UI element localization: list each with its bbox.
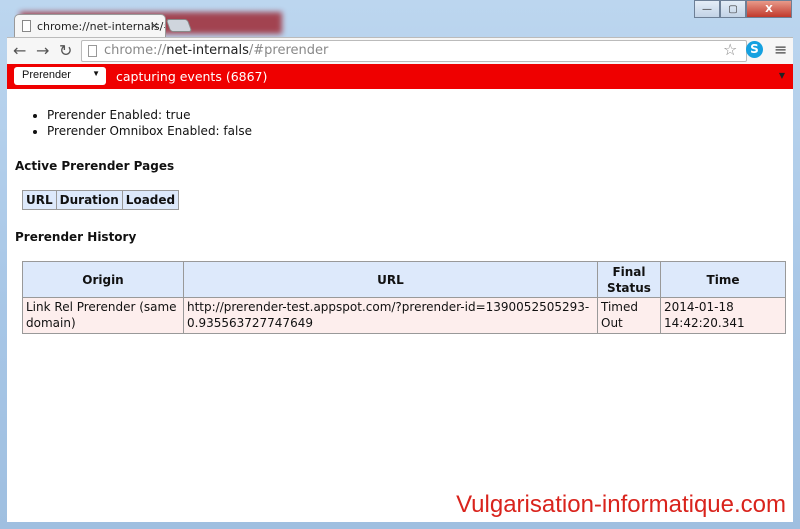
prerender-history-table: Origin URL Final Status Time Link Rel Pr… bbox=[22, 261, 786, 334]
active-heading: Active Prerender Pages bbox=[15, 159, 175, 173]
time-cell: 2014-01-18 14:42:20.341 bbox=[660, 297, 786, 334]
status-cell: Timed Out bbox=[597, 297, 661, 334]
url-host: net-internals bbox=[166, 43, 249, 58]
url-cell: http://prerender-test.appspot.com/?prere… bbox=[183, 297, 598, 334]
column-header: Loaded bbox=[121, 190, 180, 210]
reload-icon[interactable]: ↻ bbox=[59, 41, 72, 60]
forward-icon[interactable]: → bbox=[36, 41, 49, 60]
chevron-down-icon: ▼ bbox=[92, 69, 100, 78]
toolbar: ← → ↻ chrome://net-internals/#prerender … bbox=[7, 37, 793, 64]
view-select-value: Prerender bbox=[22, 69, 71, 81]
list-item: Prerender Omnibox Enabled: false bbox=[47, 124, 252, 138]
url-path: /#prerender bbox=[248, 43, 329, 58]
column-header: URL bbox=[22, 190, 57, 210]
url-scheme: chrome:// bbox=[104, 43, 167, 58]
page-icon bbox=[22, 20, 31, 32]
page-icon bbox=[88, 45, 97, 57]
new-tab-button[interactable] bbox=[165, 19, 193, 32]
watermark: Vulgarisation-informatique.com bbox=[456, 491, 786, 518]
minimize-button[interactable]: — bbox=[694, 0, 720, 18]
close-button[interactable]: X bbox=[746, 0, 792, 18]
tab-close-icon[interactable]: × bbox=[150, 19, 159, 32]
address-bar[interactable]: chrome://net-internals/#prerender bbox=[81, 40, 747, 62]
table-row: Link Rel Prerender (same domain) http://… bbox=[22, 297, 786, 334]
origin-cell: Link Rel Prerender (same domain) bbox=[22, 297, 184, 334]
history-heading: Prerender History bbox=[15, 230, 137, 244]
column-header: Origin bbox=[22, 261, 184, 298]
status-bar: Prerender ▼ capturing events (6867) ▼ bbox=[7, 64, 793, 89]
column-header: Duration bbox=[55, 190, 123, 210]
tab-net-internals[interactable]: chrome://net-internals/#p × bbox=[14, 14, 166, 38]
active-prerender-table: URL Duration Loaded bbox=[22, 190, 180, 210]
column-header: Final Status bbox=[597, 261, 661, 298]
column-header: Time bbox=[660, 261, 786, 298]
view-select[interactable]: Prerender ▼ bbox=[14, 67, 106, 85]
capture-status: capturing events (6867) bbox=[116, 69, 268, 84]
maximize-button[interactable]: ▢ bbox=[720, 0, 746, 18]
menu-icon[interactable]: ≡ bbox=[774, 40, 787, 59]
tab-title: chrome://net-internals/#p bbox=[37, 20, 166, 33]
list-item: Prerender Enabled: true bbox=[47, 108, 252, 122]
status-dropdown-icon[interactable]: ▼ bbox=[779, 71, 785, 80]
back-icon[interactable]: ← bbox=[13, 41, 26, 60]
page-content: Prerender Enabled: true Prerender Omnibo… bbox=[7, 89, 793, 522]
column-header: URL bbox=[183, 261, 598, 298]
prerender-status-list: Prerender Enabled: true Prerender Omnibo… bbox=[47, 108, 252, 140]
bookmark-star-icon[interactable]: ☆ bbox=[723, 40, 737, 59]
skype-extension-icon[interactable]: S bbox=[746, 41, 763, 58]
